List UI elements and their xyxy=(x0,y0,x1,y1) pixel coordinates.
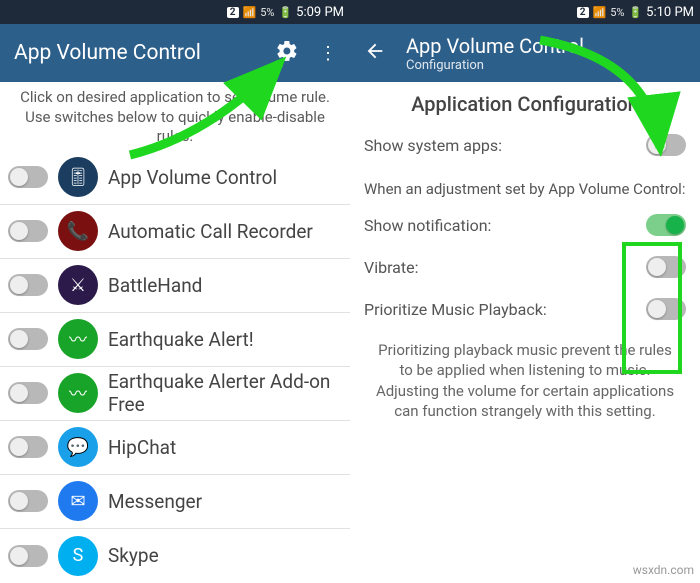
row-show-notification[interactable]: Show notification: xyxy=(350,204,700,246)
section-title: Application Configuration xyxy=(350,82,700,124)
instructions-text: Click on desired application to set volu… xyxy=(0,82,350,151)
group-label: When an adjustment set by App Volume Con… xyxy=(350,166,700,204)
app-name: App Volume Control xyxy=(108,166,277,189)
battery-icon: 🔋 xyxy=(278,6,292,19)
list-item[interactable]: 🎚 App Volume Control xyxy=(0,151,350,205)
settings-icon[interactable] xyxy=(275,39,299,67)
overflow-menu-icon[interactable]: ⋮ xyxy=(319,43,336,64)
toggle-show-notification[interactable] xyxy=(646,214,686,236)
app-icon: 📞 xyxy=(58,211,98,251)
app-name: Automatic Call Recorder xyxy=(108,220,313,243)
signal-icon: 📶 xyxy=(243,6,257,19)
app-title: App Volume Control xyxy=(14,41,255,65)
list-item[interactable]: S Skype xyxy=(0,529,350,583)
app-bar: App Volume Control Configuration xyxy=(350,24,700,82)
list-item[interactable]: 💬 HipChat xyxy=(0,421,350,475)
app-name: Messenger xyxy=(108,490,202,513)
toggle-app[interactable] xyxy=(8,328,48,350)
status-bar: 2 📶 5% 🔋 5:10 PM xyxy=(350,0,700,24)
app-icon: 💬 xyxy=(58,427,98,467)
label: Show notification: xyxy=(364,216,646,235)
toggle-vibrate[interactable] xyxy=(646,256,686,278)
app-icon: 〰 xyxy=(58,319,98,359)
app-icon: 〰 xyxy=(58,373,98,413)
app-name: BattleHand xyxy=(108,274,202,297)
label: Vibrate: xyxy=(364,258,646,277)
signal-icon: 📶 xyxy=(593,6,607,19)
label: Prioritize Music Playback: xyxy=(364,300,646,319)
battery-pct: 5% xyxy=(260,6,274,19)
app-list: 🎚 App Volume Control 📞 Automatic Call Recor… xyxy=(0,151,350,583)
clock: 5:09 PM xyxy=(296,5,344,20)
label: Show system apps: xyxy=(364,136,646,155)
toggle-app[interactable] xyxy=(8,545,48,567)
app-icon: ✉ xyxy=(58,481,98,521)
help-text: Prioritizing playback music prevent the … xyxy=(350,330,700,431)
toggle-app[interactable] xyxy=(8,274,48,296)
app-name: HipChat xyxy=(108,436,176,459)
app-title: App Volume Control xyxy=(406,34,686,58)
app-name: Earthquake Alert! xyxy=(108,328,254,351)
app-subtitle: Configuration xyxy=(406,58,686,73)
sim-indicator: 2 xyxy=(227,7,239,18)
row-show-system-apps[interactable]: Show system apps: xyxy=(350,124,700,166)
row-vibrate[interactable]: Vibrate: xyxy=(350,246,700,288)
clock: 5:10 PM xyxy=(646,5,694,20)
battery-icon: 🔋 xyxy=(628,6,642,19)
list-item[interactable]: ✉ Messenger xyxy=(0,475,350,529)
toggle-prioritize-music[interactable] xyxy=(646,298,686,320)
list-item[interactable]: 📞 Automatic Call Recorder xyxy=(0,205,350,259)
row-prioritize-music[interactable]: Prioritize Music Playback: xyxy=(350,288,700,330)
list-item[interactable]: 〰Earthquake Alerter Add-on Free xyxy=(0,367,350,421)
app-bar: App Volume Control ⋮ xyxy=(0,24,350,82)
sim-indicator: 2 xyxy=(577,7,589,18)
toggle-app[interactable] xyxy=(8,220,48,242)
toggle-app[interactable] xyxy=(8,382,48,404)
watermark: wsxdn.com xyxy=(633,563,694,577)
app-icon: S xyxy=(58,536,98,576)
list-item[interactable]: 〰 Earthquake Alert! xyxy=(0,313,350,367)
battery-pct: 5% xyxy=(610,6,624,19)
screen-configuration: 2 📶 5% 🔋 5:10 PM App Volume Control Conf… xyxy=(350,0,700,583)
app-name: Skype xyxy=(108,544,159,567)
toggle-app[interactable] xyxy=(8,166,48,188)
toggle-app[interactable] xyxy=(8,436,48,458)
back-icon[interactable] xyxy=(364,40,386,66)
app-name: Earthquake Alerter Add-on Free xyxy=(108,370,342,416)
app-icon: ⚔ xyxy=(58,265,98,305)
app-icon: 🎚 xyxy=(58,157,98,197)
status-bar: 2 📶 5% 🔋 5:09 PM xyxy=(0,0,350,24)
toggle-app[interactable] xyxy=(8,490,48,512)
toggle-show-system-apps[interactable] xyxy=(646,134,686,156)
screen-app-list: 2 📶 5% 🔋 5:09 PM App Volume Control ⋮ Cl… xyxy=(0,0,350,583)
list-item[interactable]: ⚔ BattleHand xyxy=(0,259,350,313)
